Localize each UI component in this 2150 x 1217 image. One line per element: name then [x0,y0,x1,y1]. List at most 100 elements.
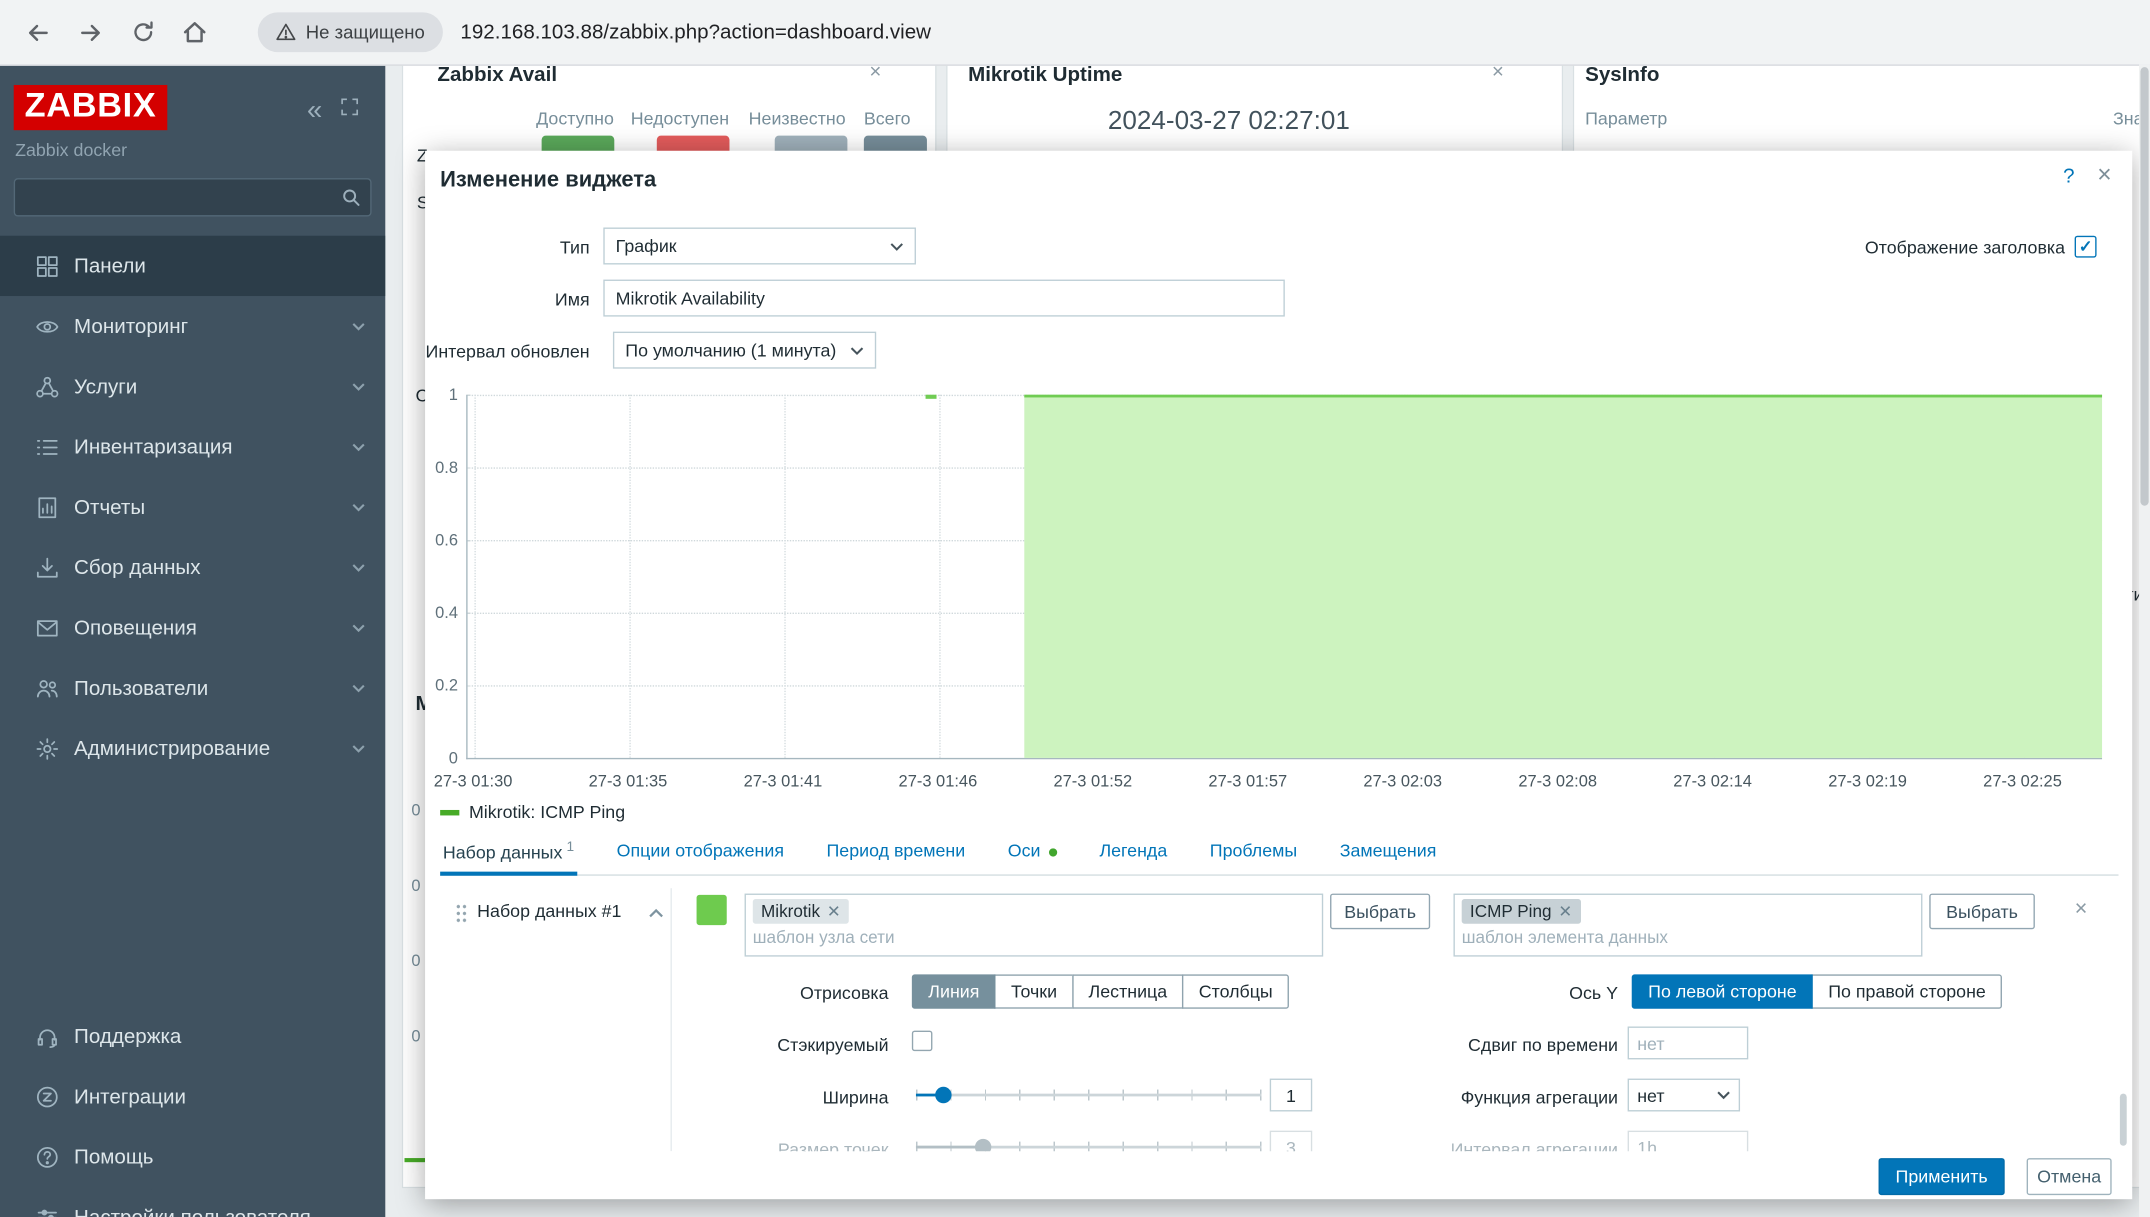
security-badge[interactable]: Не защищено [258,12,443,52]
search-icon[interactable] [341,188,360,214]
show-header-field: Отображение заголовка ✓ [1865,236,2097,258]
timeshift-input[interactable]: нет [1628,1027,1749,1060]
sidebar-item-Настройки пользователя[interactable]: Настройки пользователя [0,1187,385,1217]
sidebar-item-Интеграции[interactable]: Интеграции [0,1066,385,1126]
segment-option-По левой стороне[interactable]: По левой стороне [1632,974,1813,1008]
host-tag[interactable]: Mikrotik ✕ [753,899,849,924]
tab-label: Опции отображения [617,840,784,861]
background-legend-swatch [405,1158,426,1162]
refresh-interval-label: Интервал обновлен [425,341,590,362]
sidebar-collapse-icon[interactable]: « [307,99,322,121]
name-input[interactable]: Mikrotik Availability [603,280,1284,317]
aggregation-function-select[interactable]: нет [1628,1079,1740,1112]
close-icon[interactable]: × [2097,160,2111,189]
tab-Проблемы[interactable]: Проблемы [1207,836,1300,876]
segment-option-Столбцы[interactable]: Столбцы [1182,974,1289,1008]
remove-tag-icon[interactable]: ✕ [1558,902,1572,921]
chevron-down-icon [1717,1090,1731,1101]
point-size-label: Размер точек [669,1139,888,1151]
item-multiselect[interactable]: ICMP Ping ✕ шаблон элемента данных [1453,894,1922,957]
tab-Набор данных[interactable]: Набор данных1 [440,836,577,876]
tab-Замещения[interactable]: Замещения [1337,836,1439,876]
tab-Период времени[interactable]: Период времени [824,836,968,876]
gridline-vertical [939,395,940,758]
sidebar-item-Помощь[interactable]: Помощь [0,1127,385,1187]
sidebar-search-input[interactable] [14,178,372,216]
slider-handle[interactable] [935,1087,951,1103]
tab-Легенда[interactable]: Легенда [1097,836,1170,876]
background-axis-label: 0 [411,800,420,819]
width-slider[interactable] [916,1079,1262,1112]
sidebar-item-Мониторинг[interactable]: Мониторинг [0,296,385,356]
help-icon[interactable]: ? [2063,164,2074,187]
home-button[interactable] [173,10,217,54]
select-host-button[interactable]: Выбрать [1330,894,1430,930]
support-icon [36,1024,59,1047]
zabbix-logo[interactable]: ZABBIX [14,85,168,130]
type-select[interactable]: График [603,228,916,265]
collapse-dataset-icon[interactable] [649,900,664,925]
sidebar-item-label: Услуги [74,375,137,398]
apply-button[interactable]: Применить [1879,1158,2005,1195]
yaxis-segmented-control: По левой сторонеПо правой стороне [1632,974,2003,1008]
chevron-down-icon [351,380,366,392]
page-scrollbar[interactable] [2139,64,2150,1217]
tab-label: Проблемы [1210,840,1297,861]
inventory-icon [36,435,59,458]
sidebar-item-Сбор данных[interactable]: Сбор данных [0,537,385,597]
forward-button[interactable] [69,10,113,54]
cancel-button[interactable]: Отмена [2027,1158,2112,1195]
x-axis-tick-label: 27-3 01:46 [880,772,995,791]
sidebar-item-Администрирование[interactable]: Администрирование [0,718,385,778]
segment-option-Точки[interactable]: Точки [995,974,1074,1008]
segment-option-Лестница[interactable]: Лестница [1072,974,1184,1008]
sidebar-item-Оповещения[interactable]: Оповещения [0,598,385,658]
segment-option-По правой стороне[interactable]: По правой стороне [1812,974,2003,1008]
item-placeholder: шаблон элемента данных [1462,928,1914,947]
sidebar-item-Услуги[interactable]: Услуги [0,356,385,416]
page-scrollbar-thumb[interactable] [2140,67,2148,506]
reload-button[interactable] [121,10,165,54]
dialog-scrollbar-thumb[interactable] [2120,1094,2127,1146]
sidebar-item-Инвентаризация[interactable]: Инвентаризация [0,417,385,477]
sidebar-item-label: Администрирование [74,737,270,760]
host-multiselect[interactable]: Mikrotik ✕ шаблон узла сети [745,894,1324,957]
back-button[interactable] [16,10,60,54]
width-value-input[interactable]: 1 [1270,1079,1313,1112]
sysinfo-col-param: Параметр [1585,108,1667,129]
graph-preview: 10.80.60.40.2027-3 01:3027-3 01:3527-3 0… [425,384,2132,802]
show-header-checkbox[interactable]: ✓ [2075,236,2097,258]
tab-Опции отображения[interactable]: Опции отображения [614,836,787,876]
sidebar-item-Панели[interactable]: Панели [0,236,385,296]
select-item-button[interactable]: Выбрать [1929,894,2035,930]
segment-option-Линия[interactable]: Линия [912,974,996,1008]
widget-close-icon[interactable]: × [869,64,881,83]
gridline-vertical [474,395,475,758]
point-size-value-input: 3 [1270,1131,1313,1152]
security-badge-label: Не защищено [306,22,425,43]
dataset-color-swatch[interactable] [697,895,727,925]
item-tag[interactable]: ICMP Ping ✕ [1462,899,1581,924]
sidebar-expand-icon[interactable] [340,97,359,123]
dataset-divider [671,888,672,1151]
sidebar-item-Отчеты[interactable]: Отчеты [0,477,385,537]
stacked-checkbox[interactable]: ✓ [912,1031,933,1052]
widget-close-icon[interactable]: × [1492,64,1504,83]
width-label: Ширина [669,1087,888,1108]
graph-plot-area [466,395,2102,760]
back-icon [25,19,52,46]
remove-tag-icon[interactable]: ✕ [827,902,841,921]
x-axis-tick-label: 27-3 02:25 [1965,772,2080,791]
chevron-down-icon [351,622,366,634]
refresh-interval-select[interactable]: По умолчанию (1 минута) [613,332,876,369]
drag-handle-icon[interactable] [455,903,467,924]
tab-Оси[interactable]: Оси [1005,836,1060,876]
y-axis-tick-label: 0.6 [425,530,458,549]
administration-icon [36,737,59,760]
address-bar[interactable]: 192.168.103.88/zabbix.php?action=dashboa… [460,21,931,44]
aggregation-interval-input: 1h [1628,1131,1749,1152]
sidebar-item-Пользователи[interactable]: Пользователи [0,658,385,718]
sidebar-item-Поддержка[interactable]: Поддержка [0,1006,385,1066]
remove-dataset-icon[interactable]: × [2075,898,2088,923]
series-point [925,395,936,399]
